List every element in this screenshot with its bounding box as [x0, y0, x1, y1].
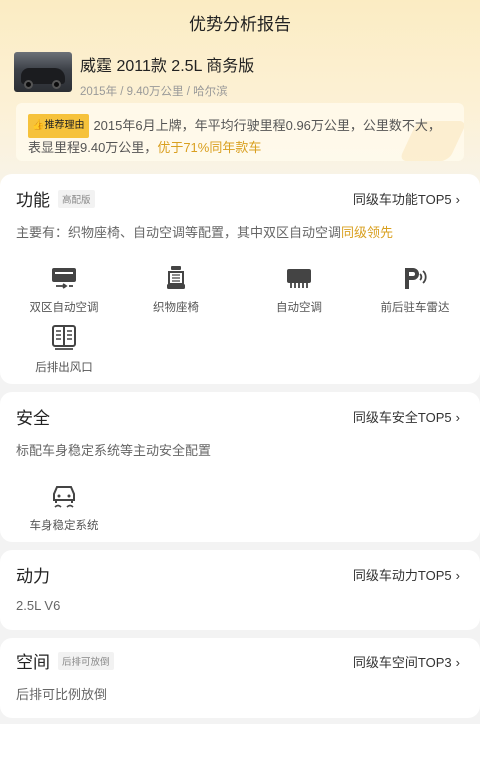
safety-top5-link[interactable]: 同级车安全TOP5 › — [353, 407, 460, 426]
fabric-seat-icon — [167, 266, 185, 289]
safety-desc: 标配车身稳定系统等主动安全配置 — [16, 443, 212, 458]
space-desc: 后排可比例放倒 — [16, 687, 108, 702]
reason-highlight: 优于71%同年款车 — [157, 140, 262, 155]
dual-zone-ac-icon — [52, 268, 76, 289]
safety-card: 安全 同级车安全TOP5 › 标配车身稳定系统等主动安全配置 车身稳定系统 — [0, 392, 480, 542]
function-badge: 高配版 — [58, 190, 95, 208]
power-card: 动力 同级车动力TOP5 › 2.5L V6 — [0, 550, 480, 630]
power-desc: 2.5L V6 — [16, 598, 61, 613]
page-title: 优势分析报告 — [189, 15, 291, 34]
parking-radar-icon — [405, 268, 427, 289]
car-name: 威霆 2011款 2.5L 商务版 — [80, 58, 255, 75]
car-thumbnail — [14, 52, 72, 92]
chevron-right-icon: › — [455, 655, 460, 670]
function-desc: 主要有：织物座椅、自动空调等配置，其中双区自动空调同级领先 — [16, 225, 394, 240]
recommend-reason-box: 👍推荐理由 2015年6月上牌，年平均行驶里程0.96万公里，公里数不大，表显里… — [16, 103, 464, 161]
car-meta: 2015年 / 9.40万公里 / 哈尔滨 — [80, 86, 228, 98]
chevron-right-icon: › — [455, 192, 460, 207]
feature-dual-zone-ac[interactable]: 双区自动空调 — [14, 265, 114, 315]
function-title: 功能 高配版 — [16, 186, 95, 211]
space-card: 空间 后排可放倒 同级车空间TOP3 › 后排可比例放倒 — [0, 638, 480, 718]
thumbs-up-icon: 👍 — [32, 120, 45, 131]
bottom-area — [0, 724, 480, 761]
auto-ac-icon — [287, 269, 311, 288]
feature-rear-vent[interactable]: 后排出风口 — [14, 325, 114, 375]
safety-title: 安全 — [16, 409, 50, 428]
feature-stability-control[interactable]: 车身稳定系统 — [14, 483, 114, 533]
stability-control-icon — [53, 486, 75, 508]
feature-fabric-seat[interactable]: 织物座椅 — [126, 265, 226, 315]
space-title: 空间 后排可放倒 — [16, 648, 114, 673]
function-card: 功能 高配版 同级车功能TOP5 › 主要有：织物座椅、自动空调等配置，其中双区自动… — [0, 174, 480, 384]
recommend-reason-badge: 👍推荐理由 — [28, 114, 90, 138]
chevron-right-icon: › — [455, 568, 460, 583]
power-top5-link[interactable]: 同级车动力TOP5 › — [353, 565, 460, 584]
chevron-right-icon: › — [455, 410, 460, 425]
car-summary[interactable]: 威霆 2011款 2.5L 商务版 2015年 / 9.40万公里 / 哈尔滨 — [14, 52, 254, 99]
function-top5-link[interactable]: 同级车功能TOP5 › — [353, 189, 460, 208]
space-badge: 后排可放倒 — [58, 652, 114, 670]
feature-parking-radar[interactable]: 前后驻车雷达 — [365, 265, 465, 315]
feature-auto-ac[interactable]: 自动空调 — [249, 265, 349, 315]
space-top3-link[interactable]: 同级车空间TOP3 › — [353, 652, 460, 671]
rear-vent-icon — [52, 325, 76, 350]
power-title: 动力 — [16, 567, 50, 586]
